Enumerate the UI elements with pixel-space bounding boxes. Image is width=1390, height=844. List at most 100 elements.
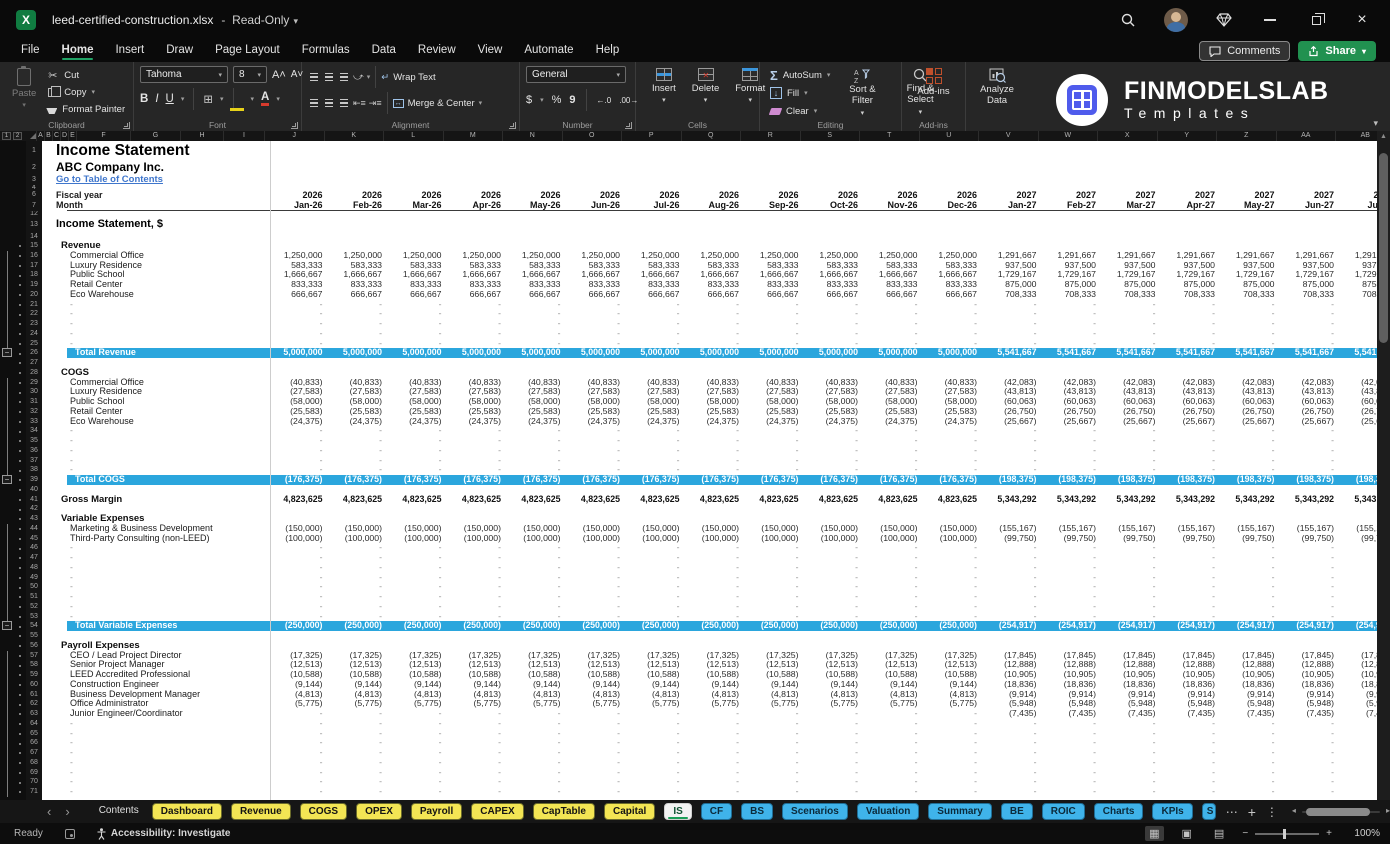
cell[interactable]: - bbox=[627, 456, 687, 466]
cell[interactable]: (5,775) bbox=[865, 699, 925, 709]
cell[interactable]: (250,000) bbox=[627, 621, 687, 631]
cell[interactable]: 5,541,667 bbox=[1044, 348, 1104, 358]
cell[interactable]: - bbox=[568, 573, 628, 583]
row-number[interactable]: 43 bbox=[26, 514, 42, 524]
cell[interactable]: 1,729,167 bbox=[1341, 270, 1377, 280]
cell[interactable]: - bbox=[568, 729, 628, 739]
align-middle-icon[interactable] bbox=[323, 71, 335, 84]
cell[interactable]: - bbox=[1103, 426, 1163, 436]
cell[interactable]: - bbox=[746, 465, 806, 475]
cell[interactable]: 833,333 bbox=[270, 280, 330, 290]
menu-item-review[interactable]: Review bbox=[409, 42, 465, 60]
cell[interactable]: (150,000) bbox=[449, 524, 509, 534]
cell[interactable]: (24,375) bbox=[508, 417, 568, 427]
cell[interactable]: (10,905) bbox=[1044, 670, 1104, 680]
cell[interactable]: - bbox=[270, 768, 330, 778]
cell[interactable]: 833,333 bbox=[687, 280, 747, 290]
row-label-cell[interactable]: - bbox=[42, 592, 270, 602]
cell[interactable]: - bbox=[1044, 612, 1104, 622]
cell[interactable]: - bbox=[1163, 777, 1223, 787]
cell[interactable]: - bbox=[925, 300, 985, 310]
cell[interactable]: Feb-26 bbox=[330, 200, 390, 211]
cell[interactable]: 1,291,667 bbox=[1222, 251, 1282, 261]
cell[interactable]: - bbox=[925, 738, 985, 748]
cell[interactable]: (10,588) bbox=[449, 670, 509, 680]
cell[interactable]: (4,813) bbox=[925, 690, 985, 700]
cell[interactable]: - bbox=[1222, 758, 1282, 768]
row-label-cell[interactable]: Luxury Residence bbox=[42, 261, 270, 271]
cell[interactable]: - bbox=[1163, 543, 1223, 553]
cell[interactable]: (24,375) bbox=[806, 417, 866, 427]
cell[interactable]: - bbox=[1163, 768, 1223, 778]
cell[interactable]: (10,588) bbox=[627, 670, 687, 680]
row-number[interactable]: 39 bbox=[26, 475, 42, 485]
cell[interactable]: 1,666,667 bbox=[687, 270, 747, 280]
copy-button[interactable]: Copy ▾ bbox=[46, 85, 125, 99]
cell[interactable]: - bbox=[449, 748, 509, 758]
cell[interactable]: - bbox=[330, 787, 390, 797]
cell[interactable]: - bbox=[687, 300, 747, 310]
cell[interactable]: 2026 bbox=[330, 190, 390, 200]
cell[interactable]: 2026 bbox=[389, 190, 449, 200]
cell[interactable]: 4,823,625 bbox=[687, 495, 747, 505]
cell[interactable]: - bbox=[1044, 748, 1104, 758]
cell[interactable]: 2026 bbox=[568, 190, 628, 200]
cell[interactable]: - bbox=[687, 729, 747, 739]
cell[interactable]: (198,375) bbox=[1103, 475, 1163, 485]
zoom-in-button[interactable]: + bbox=[1326, 828, 1332, 839]
cell[interactable]: (12,513) bbox=[270, 660, 330, 670]
cell[interactable]: (17,845) bbox=[1282, 651, 1342, 661]
macro-record-icon[interactable] bbox=[64, 828, 75, 839]
cell[interactable]: (58,000) bbox=[389, 397, 449, 407]
row-number[interactable]: 7 bbox=[26, 200, 42, 211]
cell[interactable]: (10,588) bbox=[508, 670, 568, 680]
cell[interactable]: - bbox=[1163, 787, 1223, 797]
cell[interactable]: Mar-27 bbox=[1103, 200, 1163, 211]
cell[interactable]: - bbox=[687, 456, 747, 466]
cell[interactable]: (10,588) bbox=[568, 670, 628, 680]
cell[interactable]: (24,375) bbox=[865, 417, 925, 427]
cell[interactable]: - bbox=[746, 748, 806, 758]
cell[interactable]: (17,325) bbox=[508, 651, 568, 661]
cell[interactable]: (12,888) bbox=[984, 660, 1044, 670]
cell[interactable]: - bbox=[925, 582, 985, 592]
cell[interactable]: - bbox=[865, 426, 925, 436]
sheet-tab-dashboard[interactable]: Dashboard bbox=[151, 803, 222, 820]
cell[interactable]: 833,333 bbox=[389, 280, 449, 290]
cell[interactable]: (100,000) bbox=[806, 534, 866, 544]
cell[interactable]: - bbox=[1103, 309, 1163, 319]
cell[interactable]: - bbox=[508, 582, 568, 592]
cell[interactable]: - bbox=[984, 612, 1044, 622]
cell[interactable]: - bbox=[449, 309, 509, 319]
row-label-cell[interactable]: CEO / Lead Project Director bbox=[42, 651, 270, 661]
cell[interactable]: (100,000) bbox=[627, 534, 687, 544]
cell[interactable]: (198,375) bbox=[1163, 475, 1223, 485]
cell[interactable]: - bbox=[1282, 446, 1342, 456]
cell[interactable]: - bbox=[1282, 748, 1342, 758]
cell[interactable]: Apr-27 bbox=[1163, 200, 1223, 211]
row-number[interactable]: 66 bbox=[26, 738, 42, 748]
comma-style-button[interactable]: 9 bbox=[569, 94, 575, 106]
cell[interactable]: - bbox=[925, 592, 985, 602]
cell[interactable]: (99,750) bbox=[1163, 534, 1223, 544]
cell[interactable]: (100,000) bbox=[449, 534, 509, 544]
cell[interactable]: - bbox=[568, 738, 628, 748]
file-mode[interactable]: - Read-Only ▾ bbox=[221, 13, 298, 27]
menu-item-help[interactable]: Help bbox=[587, 42, 629, 60]
cell[interactable]: - bbox=[806, 729, 866, 739]
cell[interactable]: 5,343,292 bbox=[1163, 495, 1223, 505]
cell[interactable]: 666,667 bbox=[687, 290, 747, 300]
cell[interactable]: - bbox=[925, 768, 985, 778]
cell[interactable]: (176,375) bbox=[806, 475, 866, 485]
cell[interactable]: 937,500 bbox=[984, 261, 1044, 271]
cell[interactable]: - bbox=[568, 319, 628, 329]
menu-item-file[interactable]: File bbox=[12, 42, 49, 60]
font-color-button[interactable]: A bbox=[261, 91, 270, 106]
cell[interactable]: - bbox=[925, 573, 985, 583]
cell[interactable]: - bbox=[1044, 300, 1104, 310]
row-number[interactable]: 20 bbox=[26, 289, 42, 300]
cell[interactable]: - bbox=[1163, 729, 1223, 739]
cell[interactable]: - bbox=[568, 787, 628, 797]
row-label-cell[interactable]: - bbox=[42, 339, 270, 349]
row-number[interactable]: 33 bbox=[26, 416, 42, 427]
